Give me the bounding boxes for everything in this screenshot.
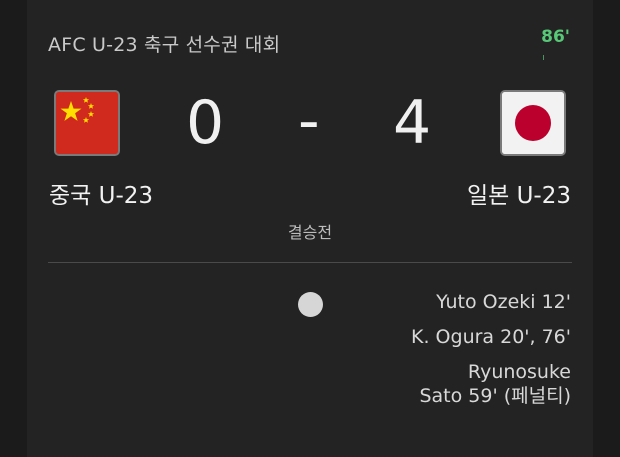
match-round: 결승전: [287, 223, 333, 242]
china-flag-icon[interactable]: [54, 90, 120, 156]
goal-scorer-item: K. Ogura 20', 76': [311, 325, 571, 349]
away-goal-scorers: Yuto Ozeki 12' K. Ogura 20', 76' Ryunosu…: [311, 290, 571, 408]
home-team-name[interactable]: 중국 U-23: [49, 176, 153, 210]
goal-scorer-item: Yuto Ozeki 12': [311, 290, 571, 314]
away-score: 4: [393, 88, 432, 158]
section-divider: [48, 262, 572, 263]
japan-flag-icon[interactable]: [500, 90, 566, 156]
away-team-name[interactable]: 일본 U-23: [467, 176, 571, 210]
goal-scorer-text: Ryunosuke: [467, 361, 571, 383]
live-minute-indicator: [543, 55, 544, 60]
goal-scorer-text: K. Ogura 20', 76': [411, 326, 571, 348]
goal-scorer-text: Yuto Ozeki 12': [436, 291, 571, 313]
score-separator: -: [298, 86, 320, 156]
competition-title[interactable]: AFC U-23 축구 선수권 대회: [48, 30, 280, 57]
live-minute: 86': [541, 27, 570, 47]
goal-scorer-text: Sato 59' (페널티): [419, 385, 571, 407]
home-score: 0: [186, 88, 225, 158]
goal-scorer-item: Ryunosuke Sato 59' (페널티): [311, 360, 571, 408]
